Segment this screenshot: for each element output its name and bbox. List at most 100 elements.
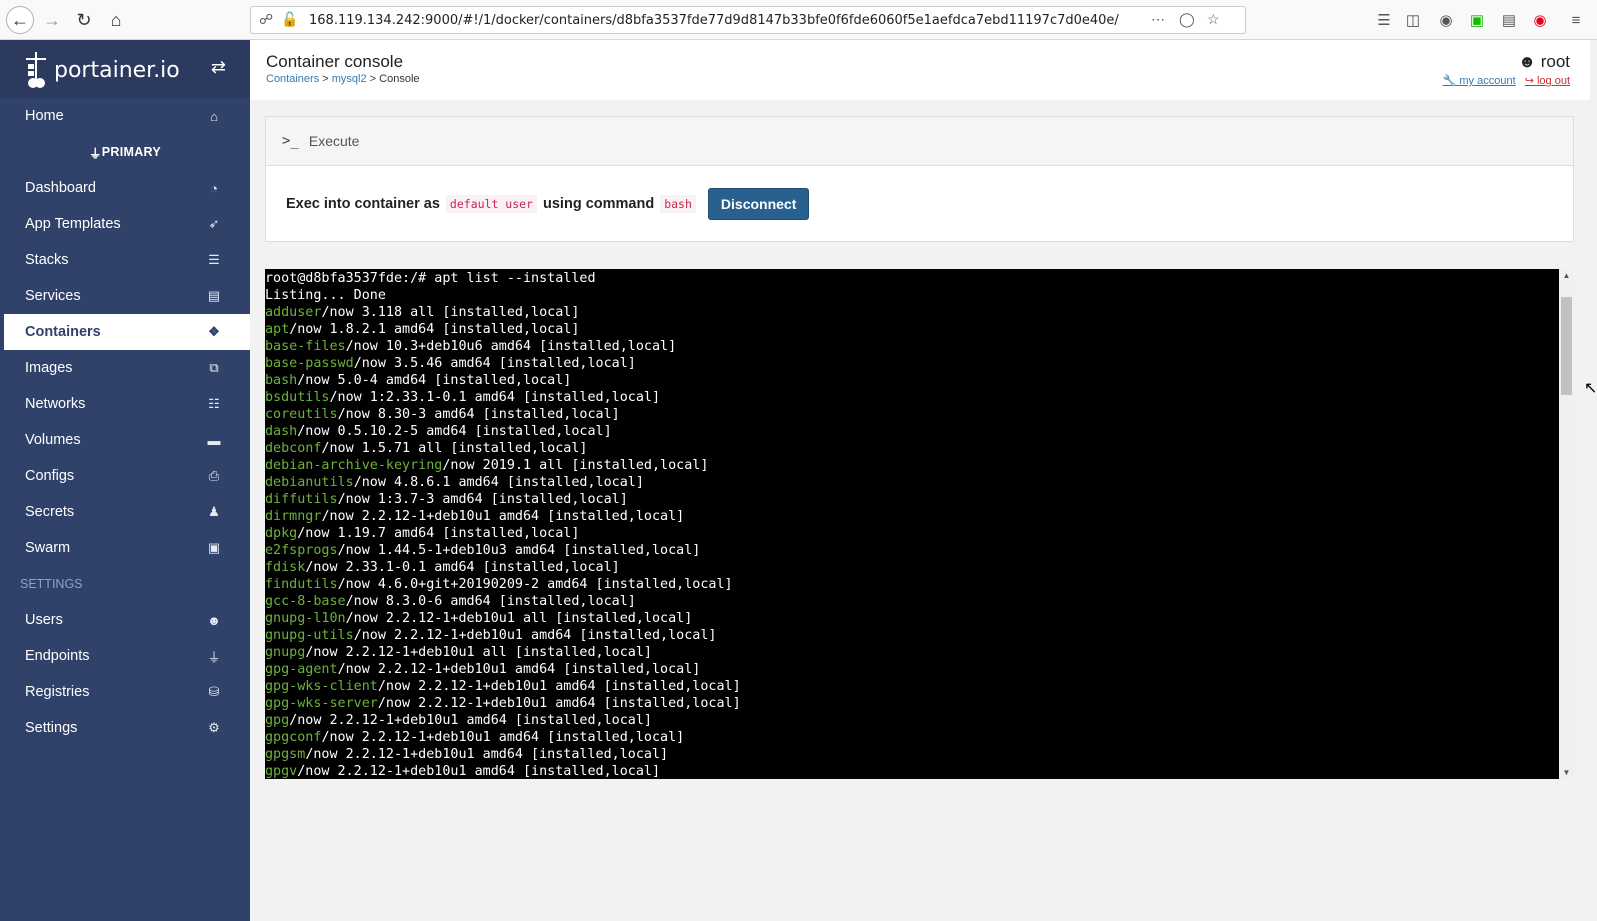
package-details: /now 2.2.12-1+deb10u1 amd64 [installed,l…: [289, 713, 652, 728]
sidebar-item-label: Containers: [25, 324, 101, 340]
package-name: gpg-wks-client: [265, 679, 378, 694]
sidebar-item-label: Volumes: [25, 432, 81, 448]
terminal-line: findutils/now 4.6.0+git+20190209-2 amd64…: [265, 576, 741, 593]
sidebar-item-endpoints[interactable]: Endpoints ⏚: [0, 638, 250, 674]
sidebar-item-registries[interactable]: Registries ⛁: [0, 674, 250, 710]
terminal-line: Listing... Done: [265, 287, 741, 304]
save-icon[interactable]: ▣: [1467, 10, 1487, 30]
breadcrumb-container-link[interactable]: mysql2: [332, 73, 367, 85]
page-header: Container console Containers > mysql2 > …: [250, 40, 1590, 100]
package-name: dirmngr: [265, 509, 322, 524]
terminal-line: gpg-wks-server/now 2.2.12-1+deb10u1 amd6…: [265, 695, 741, 712]
breadcrumb-separator: >: [319, 73, 332, 85]
package-details: /now 3.118 all [installed,local]: [321, 305, 580, 320]
package-details: /now 1:3.7-3 amd64 [installed,local]: [337, 492, 628, 507]
menu-icon[interactable]: ≡: [1566, 10, 1586, 30]
sidebar-item-label: Dashboard: [25, 180, 96, 196]
portainer-logo[interactable]: portainer.io: [24, 50, 180, 90]
terminal-line: gpgconf/now 2.2.12-1+deb10u1 amd64 [inst…: [265, 729, 741, 746]
package-details: /now 2.2.12-1+deb10u1 amd64 [installed,l…: [321, 509, 685, 524]
page-title: Container console: [266, 52, 404, 71]
forward-arrow-icon[interactable]: →: [38, 6, 66, 34]
sidebar-item-images[interactable]: Images ⧉: [0, 350, 250, 386]
terminal-line: gpg-wks-client/now 2.2.12-1+deb10u1 amd6…: [265, 678, 741, 695]
terminal-line: gnupg/now 2.2.12-1+deb10u1 all [installe…: [265, 644, 741, 661]
file-code-icon: ⎙: [208, 468, 220, 483]
sidebar-item-networks[interactable]: Networks ☷: [0, 386, 250, 422]
sidebar-item-swarm[interactable]: Swarm ▣: [0, 530, 250, 566]
exec-command-code: bash: [660, 195, 696, 213]
pocket-icon[interactable]: ◯: [1179, 11, 1195, 28]
insecure-lock-icon[interactable]: 🔓: [281, 11, 298, 28]
back-arrow-icon[interactable]: ←: [6, 6, 34, 34]
package-details: /now 1.44.5-1+deb10u3 amd64 [installed,l…: [337, 543, 701, 558]
endpoint-label: ⏚ PRIMARY: [0, 134, 250, 170]
terminal-line: apt/now 1.8.2.1 amd64 [installed,local]: [265, 321, 741, 338]
clone-icon: ⧉: [209, 360, 219, 375]
home-icon[interactable]: ⌂: [102, 6, 130, 34]
log-out-link[interactable]: ↪ log out: [1525, 75, 1570, 87]
package-details: /now 1.8.2.1 amd64 [installed,local]: [289, 322, 580, 337]
package-details: /now 2.2.12-1+deb10u1 amd64 [installed,l…: [297, 764, 661, 779]
scrollbar-thumb[interactable]: [1561, 297, 1572, 395]
sidebar-item-services[interactable]: Services ▤: [0, 278, 250, 314]
sidebar-section-settings: SETTINGS: [20, 577, 83, 591]
exchange-icon[interactable]: ⇄: [211, 57, 226, 78]
my-account-text: my account: [1459, 75, 1516, 87]
terminal-line: gpgsm/now 2.2.12-1+deb10u1 amd64 [instal…: [265, 746, 741, 763]
sidebar-item-containers[interactable]: Containers ❖: [0, 314, 250, 350]
sidebar-item-label: Stacks: [25, 252, 69, 268]
shield-icon[interactable]: ☍: [259, 11, 273, 28]
breadcrumb-containers-link[interactable]: Containers: [266, 73, 319, 85]
reload-icon[interactable]: ↻: [70, 6, 98, 34]
sidebar-item-settings[interactable]: Settings ⚙: [0, 710, 250, 746]
terminal-line: adduser/now 3.118 all [installed,local]: [265, 304, 741, 321]
terminal-line: gnupg-utils/now 2.2.12-1+deb10u1 amd64 […: [265, 627, 741, 644]
library-icon[interactable]: ☰: [1374, 10, 1394, 30]
sidebar-item-app-templates[interactable]: App Templates ➶: [0, 206, 250, 242]
sidebar-item-label: Configs: [25, 468, 75, 484]
opera-icon[interactable]: ◉: [1530, 10, 1550, 30]
sidebar-item-configs[interactable]: Configs ⎙: [0, 458, 250, 494]
terminal-text: root@d8bfa3537fde:/# apt list --installe…: [265, 271, 596, 286]
package-details: /now 0.5.10.2-5 amd64 [installed,local]: [297, 424, 612, 439]
package-name: gpgv: [265, 764, 298, 779]
sidebar-item-home[interactable]: Home ⌂: [0, 98, 250, 134]
sidebar-item-volumes[interactable]: Volumes ▬: [0, 422, 250, 458]
disconnect-button[interactable]: Disconnect: [707, 188, 810, 220]
package-name: diffutils: [265, 492, 338, 507]
sidebar-item-secrets[interactable]: Secrets ♟: [0, 494, 250, 530]
star-icon[interactable]: ☆: [1207, 11, 1220, 28]
scroll-up-icon[interactable]: ▲: [1559, 271, 1574, 280]
cubes-icon: ❖: [208, 324, 220, 339]
package-name: debian-archive-keyring: [265, 458, 443, 473]
folder-icon[interactable]: ▤: [1499, 10, 1519, 30]
terminal-line: gnupg-l10n/now 2.2.12-1+deb10u1 all [ins…: [265, 610, 741, 627]
terminal[interactable]: root@d8bfa3537fde:/# apt list --installe…: [265, 269, 1574, 779]
terminal-line: dpkg/now 1.19.7 amd64 [installed,local]: [265, 525, 741, 542]
address-bar[interactable]: ☍ 🔓 168.119.134.242:9000/#!/1/docker/con…: [250, 6, 1246, 34]
more-actions-icon[interactable]: ⋯: [1151, 11, 1165, 28]
scroll-down-icon[interactable]: ▼: [1559, 768, 1574, 777]
sidebar-toggle-icon[interactable]: ◫: [1403, 10, 1423, 30]
package-details: /now 2.2.12-1+deb10u1 amd64 [installed,l…: [337, 662, 701, 677]
sidebar-item-label: Endpoints: [25, 648, 90, 664]
package-details: /now 1.5.71 all [installed,local]: [321, 441, 588, 456]
sidebar-item-dashboard[interactable]: Dashboard ◔: [0, 170, 250, 206]
package-details: /now 1:2.33.1-0.1 amd64 [installed,local…: [329, 390, 661, 405]
url-text[interactable]: 168.119.134.242:9000/#!/1/docker/contain…: [309, 13, 1119, 28]
terminal-line: gpgv/now 2.2.12-1+deb10u1 amd64 [install…: [265, 763, 741, 779]
user-secret-icon: ♟: [208, 504, 220, 519]
sidebar-item-stacks[interactable]: Stacks ☰: [0, 242, 250, 278]
home-icon: ⌂: [210, 108, 218, 124]
breadcrumb-separator: >: [366, 73, 380, 85]
sidebar-item-users[interactable]: Users ☻: [0, 602, 250, 638]
package-name: adduser: [265, 305, 322, 320]
package-name: apt: [265, 322, 290, 337]
my-account-link[interactable]: 🔧 my account: [1443, 75, 1516, 87]
package-details: /now 5.0-4 amd64 [installed,local]: [297, 373, 572, 388]
terminal-scrollbar[interactable]: ▲ ▼: [1559, 269, 1574, 779]
terminal-line: gpg/now 2.2.12-1+deb10u1 amd64 [installe…: [265, 712, 741, 729]
terminal-output[interactable]: root@d8bfa3537fde:/# apt list --installe…: [265, 270, 741, 779]
account-icon[interactable]: ◉: [1436, 10, 1456, 30]
